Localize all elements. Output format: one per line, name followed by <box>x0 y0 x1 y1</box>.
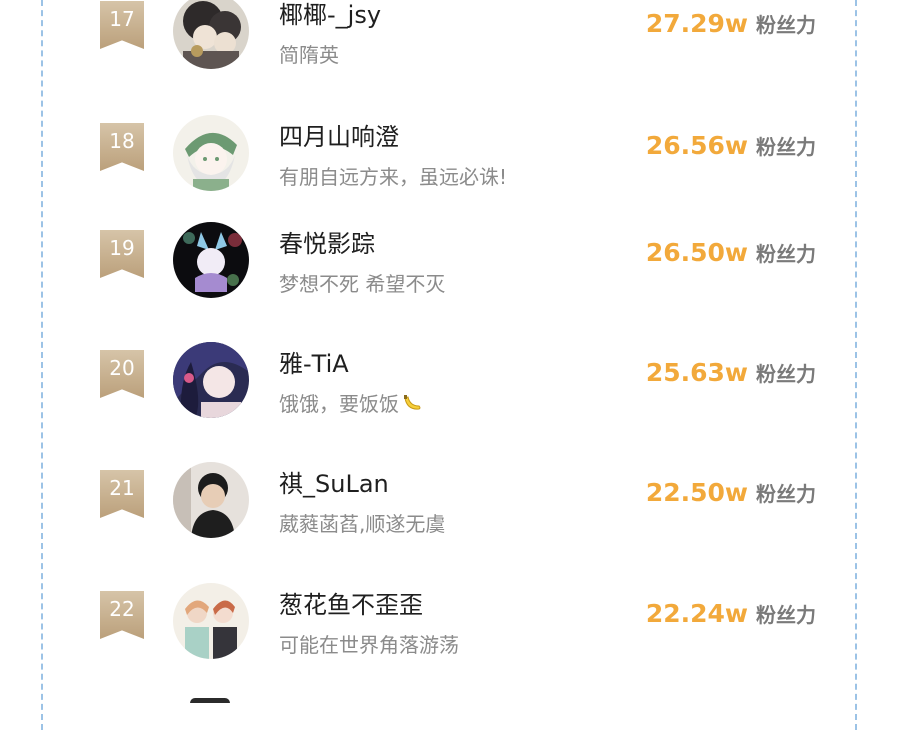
fans-value: 27.29w <box>645 9 748 38</box>
user-signature: 饿饿，要饭饭 <box>279 388 423 417</box>
fans-value: 22.24w <box>645 599 748 628</box>
ranking-list: 17 椰椰-_jsy 简隋英 27.29w 粉丝力 18 四月山响澄 有朋自远方… <box>0 0 900 703</box>
avatar[interactable] <box>173 342 249 418</box>
fans-label: 粉丝力 <box>756 13 816 37</box>
user-name: 祺_SuLan <box>279 470 389 498</box>
list-item[interactable]: 18 四月山响澄 有朋自远方来，虽远必诛! 26.56w 粉丝力 <box>0 115 900 215</box>
user-signature: 简隋英 <box>279 43 339 67</box>
fans-value: 22.50w <box>645 478 748 507</box>
fans-value: 25.63w <box>645 358 748 387</box>
fans-label: 粉丝力 <box>756 242 816 266</box>
list-item[interactable]: 20 雅-TiA 饿饿，要饭饭 25.63w 粉丝力 <box>0 342 900 442</box>
user-name: 椰椰-_jsy <box>279 1 382 29</box>
rank-badge: 20 <box>100 350 144 398</box>
rank-badge: 18 <box>100 123 144 171</box>
fans-count: 25.63w 粉丝力 <box>646 358 816 387</box>
avatar <box>190 698 230 703</box>
user-name: 雅-TiA <box>279 350 349 378</box>
fans-value: 26.50w <box>645 238 748 267</box>
banana-icon <box>401 392 423 414</box>
fans-value: 26.56w <box>645 131 748 160</box>
user-name: 春悦影踪 <box>279 230 375 258</box>
avatar[interactable] <box>173 0 249 69</box>
avatar[interactable] <box>173 462 249 538</box>
signature-text: 饿饿，要饭饭 <box>279 392 399 416</box>
avatar[interactable] <box>173 222 249 298</box>
fans-label: 粉丝力 <box>756 135 816 159</box>
user-signature: 可能在世界角落游荡 <box>279 633 459 657</box>
user-signature: 有朋自远方来，虽远必诛! <box>279 165 508 189</box>
fans-label: 粉丝力 <box>756 362 816 386</box>
rank-badge: 21 <box>100 470 144 518</box>
list-item[interactable]: 22 葱花鱼不歪歪 可能在世界角落游荡 22.24w 粉丝力 <box>0 583 900 683</box>
fans-count: 26.50w 粉丝力 <box>646 238 816 267</box>
user-name: 四月山响澄 <box>279 123 399 151</box>
fans-count: 26.56w 粉丝力 <box>646 131 816 160</box>
user-name: 葱花鱼不歪歪 <box>279 591 423 619</box>
avatar[interactable] <box>173 583 249 659</box>
fans-count: 22.50w 粉丝力 <box>646 478 816 507</box>
fans-label: 粉丝力 <box>756 482 816 506</box>
rank-badge: 19 <box>100 230 144 278</box>
list-item[interactable]: 19 春悦影踪 梦想不死 希望不灭 26.50w 粉丝力 <box>0 222 900 322</box>
rank-badge: 22 <box>100 591 144 639</box>
rank-badge: 17 <box>100 1 144 49</box>
list-item[interactable]: 21 祺_SuLan 葳蕤菡萏,顺遂无虞 22.50w 粉丝力 <box>0 462 900 562</box>
fans-label: 粉丝力 <box>756 603 816 627</box>
user-signature: 葳蕤菡萏,顺遂无虞 <box>279 512 446 536</box>
avatar[interactable] <box>173 115 249 191</box>
list-item[interactable]: 17 椰椰-_jsy 简隋英 27.29w 粉丝力 <box>0 0 900 93</box>
fans-count: 27.29w 粉丝力 <box>646 9 816 38</box>
fans-count: 22.24w 粉丝力 <box>646 599 816 628</box>
user-signature: 梦想不死 希望不灭 <box>279 272 446 296</box>
